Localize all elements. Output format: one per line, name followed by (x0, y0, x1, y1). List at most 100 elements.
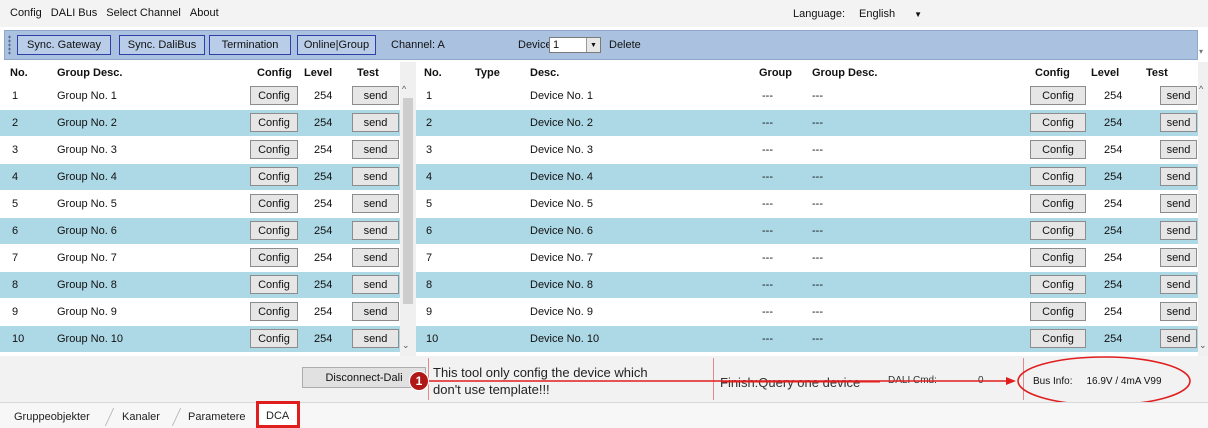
sync-dalibus-button[interactable]: Sync. DaliBus (119, 35, 205, 55)
group-config-button[interactable]: Config (250, 275, 298, 294)
device-config-button[interactable]: Config (1030, 140, 1086, 159)
group-send-button[interactable]: send (352, 167, 399, 186)
devices-row[interactable]: 10 Device No. 10 --- --- Config 254 send (416, 326, 1198, 352)
device-select[interactable]: 1 ▼ (549, 37, 601, 53)
device-send-button[interactable]: send (1160, 221, 1197, 240)
groups-row[interactable]: 3 Group No. 3 Config 254 send (0, 137, 400, 163)
toolbar-grip-icon[interactable] (8, 35, 11, 55)
group-table-scrollbar[interactable]: ^ ⌄ (400, 62, 416, 356)
device-config-button[interactable]: Config (1030, 275, 1086, 294)
devices-row[interactable]: 9 Device No. 9 --- --- Config 254 send (416, 299, 1198, 325)
scroll-down-icon[interactable]: ⌄ (402, 340, 410, 351)
scroll-up-icon[interactable]: ^ (1199, 84, 1203, 94)
group-config-button[interactable]: Config (250, 248, 298, 267)
device-send-button[interactable]: send (1160, 194, 1197, 213)
device-config-button[interactable]: Config (1030, 329, 1086, 348)
device-config-button[interactable]: Config (1030, 302, 1086, 321)
devices-row[interactable]: 8 Device No. 8 --- --- Config 254 send (416, 272, 1198, 298)
tab-gruppeobjekter[interactable]: Gruppeobjekter (14, 411, 90, 423)
group-send-button[interactable]: send (352, 302, 399, 321)
device-header-group-desc: Group Desc. (812, 67, 878, 79)
devices-row[interactable]: 6 Device No. 6 --- --- Config 254 send (416, 218, 1198, 244)
device-header-test: Test (1146, 67, 1168, 79)
group-desc-cell: Group No. 10 (57, 333, 124, 345)
disconnect-dali-button[interactable]: Disconnect-Dali (302, 367, 426, 388)
device-send-button[interactable]: send (1160, 167, 1197, 186)
menu-config[interactable]: Config (10, 7, 42, 19)
devices-row[interactable]: 2 Device No. 2 --- --- Config 254 send (416, 110, 1198, 136)
group-send-button[interactable]: send (352, 275, 399, 294)
groups-row[interactable]: 6 Group No. 6 Config 254 send (0, 218, 400, 244)
scroll-up-icon[interactable]: ^ (402, 84, 406, 94)
devices-row[interactable]: 3 Device No. 3 --- --- Config 254 send (416, 137, 1198, 163)
device-header-group: Group (759, 67, 792, 79)
devices-row[interactable]: 7 Device No. 7 --- --- Config 254 send (416, 245, 1198, 271)
groups-row[interactable]: 10 Group No. 10 Config 254 send (0, 326, 400, 352)
device-config-button[interactable]: Config (1030, 194, 1086, 213)
device-send-button[interactable]: send (1160, 275, 1197, 294)
group-config-button[interactable]: Config (250, 221, 298, 240)
device-send-button[interactable]: send (1160, 329, 1197, 348)
devices-row[interactable]: 4 Device No. 4 --- --- Config 254 send (416, 164, 1198, 190)
group-send-button[interactable]: send (352, 248, 399, 267)
group-level-cell: 254 (314, 279, 333, 291)
device-desc-cell: Device No. 7 (530, 252, 593, 264)
device-send-button[interactable]: send (1160, 86, 1197, 105)
sync-gateway-button[interactable]: Sync. Gateway (17, 35, 111, 55)
group-header-config: Config (257, 67, 292, 79)
scroll-down-icon[interactable]: ⌄ (1199, 340, 1207, 351)
group-send-button[interactable]: send (352, 221, 399, 240)
group-level-cell: 254 (314, 90, 333, 102)
tab-parametere[interactable]: Parametere (188, 411, 245, 423)
group-config-button[interactable]: Config (250, 167, 298, 186)
group-send-button[interactable]: send (352, 329, 399, 348)
group-send-button[interactable]: send (352, 86, 399, 105)
device-config-button[interactable]: Config (1030, 86, 1086, 105)
groups-row[interactable]: 7 Group No. 7 Config 254 send (0, 245, 400, 271)
groups-row[interactable]: 9 Group No. 9 Config 254 send (0, 299, 400, 325)
delete-button[interactable]: Delete (609, 39, 641, 51)
device-send-button[interactable]: send (1160, 113, 1197, 132)
device-config-button[interactable]: Config (1030, 221, 1086, 240)
device-config-button[interactable]: Config (1030, 167, 1086, 186)
group-config-button[interactable]: Config (250, 302, 298, 321)
menu-select-channel[interactable]: Select Channel (106, 7, 181, 19)
group-send-button[interactable]: send (352, 140, 399, 159)
groups-row[interactable]: 8 Group No. 8 Config 254 send (0, 272, 400, 298)
device-send-button[interactable]: send (1160, 248, 1197, 267)
termination-button[interactable]: Termination (209, 35, 291, 55)
language-select[interactable]: English ▼ (853, 6, 928, 22)
groups-row[interactable]: 4 Group No. 4 Config 254 send (0, 164, 400, 190)
tab-dca[interactable]: DCA (266, 410, 289, 422)
menu-dali-bus[interactable]: DALI Bus (51, 7, 97, 19)
menu-about[interactable]: About (190, 7, 219, 19)
group-config-button[interactable]: Config (250, 194, 298, 213)
group-scroll-thumb[interactable] (403, 98, 413, 304)
device-group-cell: --- (762, 171, 773, 183)
online-group-button[interactable]: Online|Group (297, 35, 376, 55)
device-no-cell: 5 (426, 198, 433, 210)
group-config-button[interactable]: Config (250, 329, 298, 348)
device-desc-cell: Device No. 8 (530, 279, 593, 291)
groups-row[interactable]: 2 Group No. 2 Config 254 send (0, 110, 400, 136)
device-config-button[interactable]: Config (1030, 113, 1086, 132)
device-send-button[interactable]: send (1160, 302, 1197, 321)
group-level-cell: 254 (314, 171, 333, 183)
device-config-button[interactable]: Config (1030, 248, 1086, 267)
group-send-button[interactable]: send (352, 113, 399, 132)
overflow-icon[interactable]: ▾ (1199, 47, 1203, 56)
device-table-scrollbar[interactable]: ^ ⌄ (1198, 62, 1208, 356)
tab-kanaler[interactable]: Kanaler (122, 411, 160, 423)
group-config-button[interactable]: Config (250, 113, 298, 132)
group-level-cell: 254 (314, 117, 333, 129)
group-send-button[interactable]: send (352, 194, 399, 213)
devices-row[interactable]: 5 Device No. 5 --- --- Config 254 send (416, 191, 1198, 217)
group-config-button[interactable]: Config (250, 140, 298, 159)
device-level-cell: 254 (1104, 333, 1123, 345)
groups-row[interactable]: 5 Group No. 5 Config 254 send (0, 191, 400, 217)
device-send-button[interactable]: send (1160, 140, 1197, 159)
devices-row[interactable]: 1 Device No. 1 --- --- Config 254 send (416, 83, 1198, 109)
groups-row[interactable]: 1 Group No. 1 Config 254 send (0, 83, 400, 109)
chevron-down-icon: ▼ (914, 9, 922, 19)
group-config-button[interactable]: Config (250, 86, 298, 105)
